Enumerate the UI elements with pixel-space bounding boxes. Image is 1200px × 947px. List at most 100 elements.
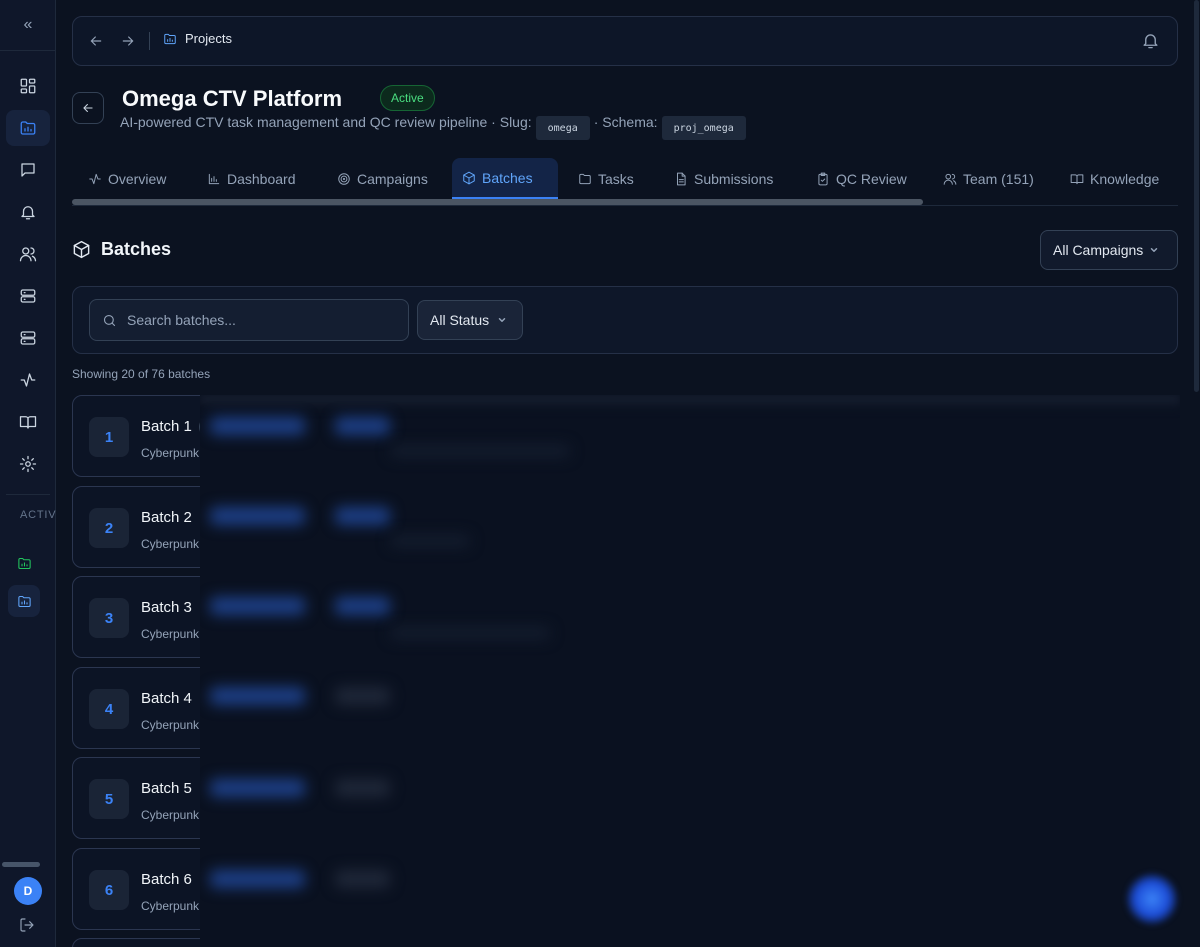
- batch-number: 1: [89, 417, 129, 457]
- section-title: Batches: [101, 239, 172, 259]
- blurred-placeholder: [335, 870, 390, 888]
- blurred-placeholder: [390, 627, 550, 639]
- top-bar: Projects: [72, 16, 1178, 66]
- floating-action-button[interactable]: [1126, 873, 1178, 925]
- search-icon: [103, 314, 116, 326]
- blurred-placeholder: [390, 445, 570, 457]
- sidebar-item-users[interactable]: [6, 236, 50, 272]
- sidebar-item-notifications[interactable]: [6, 194, 50, 230]
- search-field[interactable]: [89, 299, 409, 341]
- chevron-down-icon: [1151, 248, 1158, 252]
- arrow-left-icon: [90, 36, 102, 46]
- project-tabs: Overview Dashboard Campaigns Batches Tas…: [72, 158, 1178, 206]
- schema-code: proj_omega: [661, 116, 746, 140]
- page-scrollbar[interactable]: [1194, 0, 1199, 392]
- back-nav-button[interactable]: [86, 31, 106, 51]
- tabs-scrollbar[interactable]: [72, 199, 923, 205]
- sidebar-project-omega[interactable]: [8, 585, 40, 617]
- sidebar-item-docs[interactable]: [6, 404, 50, 440]
- sidebar-project-1[interactable]: [8, 547, 40, 579]
- tab-label: Batches: [482, 169, 533, 186]
- collapse-sidebar-button[interactable]: «: [17, 14, 39, 36]
- description-text: AI-powered CTV task management and QC re…: [120, 114, 532, 130]
- batch-number: 6: [89, 870, 129, 910]
- tab-label: Submissions: [694, 170, 774, 187]
- sidebar-item-dashboard[interactable]: [6, 68, 50, 104]
- batch-campaign: Cyberpunk: [141, 899, 200, 913]
- batch-number: 5: [89, 779, 129, 819]
- target-icon: [338, 172, 350, 185]
- sidebar-item-projects[interactable]: [6, 110, 50, 146]
- sidebar-item-databases[interactable]: [6, 320, 50, 356]
- tab-batches[interactable]: Batches: [452, 158, 558, 199]
- activity-icon: [20, 373, 36, 387]
- batch-number: 3: [89, 598, 129, 638]
- tab-overview[interactable]: Overview: [78, 158, 176, 199]
- filter-panel: All Status: [72, 286, 1178, 354]
- batch-number: 4: [89, 689, 129, 729]
- tab-tasks[interactable]: Tasks: [568, 158, 644, 199]
- sidebar-item-messages[interactable]: [6, 152, 50, 188]
- breadcrumb-label: Projects: [185, 31, 232, 46]
- status-filter-select[interactable]: All Status: [417, 300, 523, 340]
- batch-number: 2: [89, 508, 129, 548]
- server-icon: [20, 331, 36, 345]
- tab-label: Campaigns: [357, 170, 428, 187]
- campaign-filter-select[interactable]: All Campaigns: [1040, 230, 1178, 270]
- clipboard-check-icon: [818, 172, 828, 185]
- schema-label: · Schema:: [593, 114, 658, 130]
- forward-nav-button[interactable]: [118, 31, 138, 51]
- back-to-projects-button[interactable]: [72, 92, 104, 124]
- logout-button[interactable]: [19, 917, 37, 935]
- batch-campaign: Cyberpunk: [141, 627, 200, 641]
- batch-campaign: Cyberpunk: [141, 718, 200, 732]
- folder-chart-icon: [17, 557, 31, 569]
- project-description: AI-powered CTV task management and QC re…: [120, 114, 746, 144]
- bell-icon: [21, 206, 35, 220]
- sidebar-item-settings[interactable]: [6, 446, 50, 482]
- sidebar-divider: [0, 50, 56, 51]
- batch-name: Batch 2: [141, 509, 192, 526]
- tab-dashboard[interactable]: Dashboard: [197, 158, 306, 199]
- bar-chart-icon: [208, 173, 220, 184]
- tab-campaigns[interactable]: Campaigns: [327, 158, 438, 199]
- batch-campaign: Cyberpunk: [141, 808, 200, 822]
- arrow-right-icon: [122, 36, 134, 46]
- breadcrumb[interactable]: Projects: [163, 31, 232, 46]
- server-icon: [20, 289, 36, 303]
- batch-campaign: Cyberpunk: [141, 446, 200, 460]
- grid-icon: [20, 78, 36, 94]
- user-avatar[interactable]: D: [14, 877, 42, 905]
- blurred-placeholder: [210, 870, 305, 888]
- blurred-placeholder: [210, 687, 305, 705]
- sidebar: « ACTIVE PROJECTS D: [0, 0, 56, 947]
- search-input[interactable]: [127, 312, 387, 328]
- batch-name: Batch 5: [141, 780, 192, 797]
- tab-qc-review[interactable]: QC Review: [806, 158, 917, 199]
- batch-name: Batch 1: [141, 418, 192, 435]
- status-filter-value: All Status: [430, 312, 490, 328]
- tab-label: Overview: [108, 170, 167, 187]
- gear-icon: [19, 455, 37, 473]
- tab-team[interactable]: Team (151): [933, 158, 1044, 199]
- loading-overlay: [200, 395, 1180, 947]
- sidebar-item-servers[interactable]: [6, 278, 50, 314]
- batch-name: Batch 6: [141, 871, 192, 888]
- blurred-placeholder: [210, 779, 305, 797]
- overlay-edge: [200, 395, 1180, 409]
- folder-chart-icon: [17, 595, 31, 607]
- document-icon: [677, 172, 686, 185]
- batch-campaign: Cyberpunk: [141, 537, 200, 551]
- book-icon: [19, 416, 37, 429]
- sidebar-item-activity[interactable]: [6, 362, 50, 398]
- notifications-button[interactable]: [1141, 31, 1161, 51]
- batch-name: Batch 4: [141, 690, 192, 707]
- page-title: Omega CTV Platform: [122, 86, 343, 111]
- tab-submissions[interactable]: Submissions: [664, 158, 783, 199]
- blurred-placeholder: [210, 597, 305, 615]
- box-icon: [463, 171, 475, 184]
- blurred-placeholder: [335, 779, 390, 797]
- tab-knowledge[interactable]: Knowledge: [1060, 158, 1169, 199]
- sidebar-scrollbar[interactable]: [2, 862, 40, 867]
- folder-icon: [579, 173, 591, 184]
